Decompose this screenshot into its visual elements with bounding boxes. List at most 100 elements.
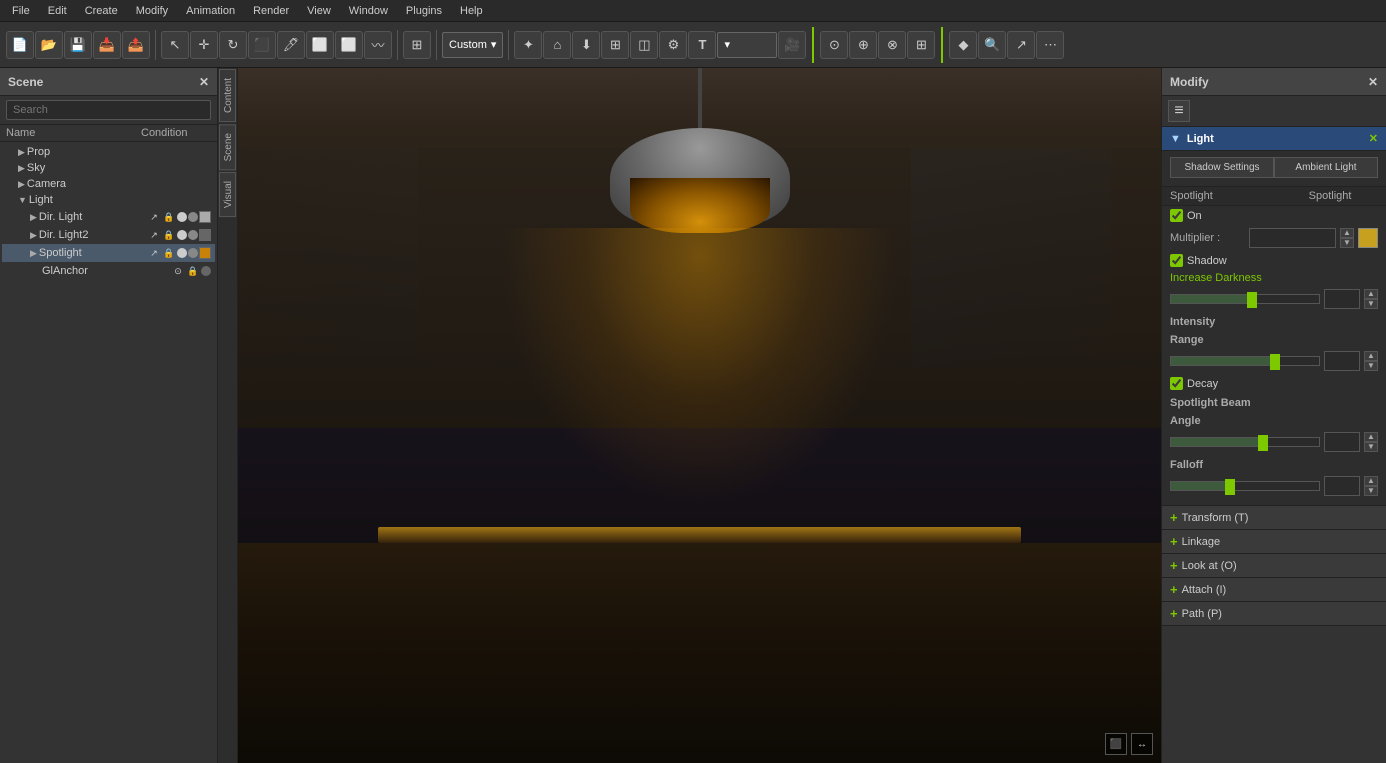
tree-item-prop[interactable]: ▶ Prop <box>2 144 215 160</box>
multiplier-input[interactable]: 1.45 <box>1249 228 1336 248</box>
menu-help[interactable]: Help <box>452 3 491 19</box>
angle-slider-thumb[interactable] <box>1258 435 1268 451</box>
lookat-section[interactable]: + Look at (O) <box>1162 554 1386 578</box>
scene-tab[interactable]: Scene <box>219 124 236 170</box>
tree-item-light[interactable]: ▼ Light <box>2 192 215 208</box>
linkage-section[interactable]: + Linkage <box>1162 530 1386 554</box>
rotate-btn[interactable]: ↻ <box>219 31 247 59</box>
tool-share[interactable]: ↗ <box>1007 31 1035 59</box>
range-up[interactable]: ▲ <box>1364 351 1378 361</box>
t-btn[interactable]: T <box>688 31 716 59</box>
tree-item-dirlight[interactable]: ▶ Dir. Light ↗ 🔒 <box>2 208 215 226</box>
tool-extra[interactable]: ⋯ <box>1036 31 1064 59</box>
multiplier-down[interactable]: ▼ <box>1340 238 1354 248</box>
grid-btn[interactable]: ⊞ <box>601 31 629 59</box>
anim3-btn[interactable]: ⊗ <box>878 31 906 59</box>
menu-file[interactable]: File <box>4 3 38 19</box>
tool7-btn[interactable]: ⬜ <box>335 31 363 59</box>
vp-arrows-btn[interactable]: ↔ <box>1131 733 1153 755</box>
scene-close[interactable]: ✕ <box>199 75 209 89</box>
increase-darkness-link[interactable]: Increase Darkness <box>1162 270 1386 286</box>
menu-view[interactable]: View <box>299 3 339 19</box>
darkness-down[interactable]: ▼ <box>1364 299 1378 309</box>
prop-label: Prop <box>27 146 211 158</box>
falloff-up[interactable]: ▲ <box>1364 476 1378 486</box>
camera-btn[interactable]: 🎥 <box>778 31 806 59</box>
light-section-x[interactable]: ✕ <box>1369 132 1378 145</box>
darkness-slider-container[interactable] <box>1170 294 1320 304</box>
range-slider-container[interactable] <box>1170 356 1320 366</box>
tree-item-sky[interactable]: ▶ Sky <box>2 160 215 176</box>
camera-label: Camera <box>27 178 211 190</box>
color-swatch[interactable] <box>1358 228 1378 248</box>
menu-plugins[interactable]: Plugins <box>398 3 450 19</box>
angle-slider-container[interactable] <box>1170 437 1320 447</box>
falloff-down[interactable]: ▼ <box>1364 486 1378 496</box>
anim2-btn[interactable]: ⊕ <box>849 31 877 59</box>
falloff-slider-container[interactable] <box>1170 481 1320 491</box>
tree-item-spotlight[interactable]: ▶ Spotlight ↗ 🔒 <box>2 244 215 262</box>
vp-icon-btn[interactable]: ⬛ <box>1105 733 1127 755</box>
mode-dropdown[interactable]: ▾ <box>717 32 777 58</box>
shadow-settings-tab[interactable]: Shadow Settings <box>1170 157 1274 178</box>
save-btn[interactable]: 💾 <box>64 31 92 59</box>
open-btn[interactable]: 📂 <box>35 31 63 59</box>
angle-value[interactable]: 94 <box>1324 432 1360 452</box>
menu-animation[interactable]: Animation <box>178 3 243 19</box>
tree-item-camera[interactable]: ▶ Camera <box>2 176 215 192</box>
menu-modify[interactable]: Modify <box>128 3 176 19</box>
multiplier-row: Multiplier : 1.45 ▲ ▼ <box>1162 225 1386 251</box>
filter-icon-btn[interactable]: ≡ <box>1168 100 1190 122</box>
home-btn[interactable]: ⌂ <box>543 31 571 59</box>
range-slider-thumb[interactable] <box>1270 354 1280 370</box>
angle-down[interactable]: ▼ <box>1364 442 1378 452</box>
ambient-light-tab[interactable]: Ambient Light <box>1274 157 1378 178</box>
tree-item-dirlight2[interactable]: ▶ Dir. Light2 ↗ 🔒 <box>2 226 215 244</box>
new-btn[interactable]: 📄 <box>6 31 34 59</box>
tree-item-glanchor[interactable]: GlAnchor ⊙ 🔒 <box>2 262 215 280</box>
import-btn[interactable]: 📥 <box>93 31 121 59</box>
tool-diamond[interactable]: ◆ <box>949 31 977 59</box>
content-tab[interactable]: Content <box>219 69 236 122</box>
range-slider-row: 3000 ▲ ▼ <box>1162 348 1386 374</box>
move-btn[interactable]: ✛ <box>190 31 218 59</box>
tool5-btn[interactable]: 🖊 <box>277 31 305 59</box>
view2-btn[interactable]: ⚙ <box>659 31 687 59</box>
tool-zoom[interactable]: 🔍 <box>978 31 1006 59</box>
anim1-btn[interactable]: ⊙ <box>820 31 848 59</box>
range-down[interactable]: ▼ <box>1364 361 1378 371</box>
darkness-value[interactable]: 40 <box>1324 289 1360 309</box>
path-section[interactable]: + Path (P) <box>1162 602 1386 626</box>
snap-btn[interactable]: ⊞ <box>403 31 431 59</box>
tool8-btn[interactable]: 〰 <box>364 31 392 59</box>
angle-up[interactable]: ▲ <box>1364 432 1378 442</box>
falloff-value[interactable]: 30 <box>1324 476 1360 496</box>
shadow-checkbox[interactable] <box>1170 254 1183 267</box>
modify-close[interactable]: ✕ <box>1368 75 1378 89</box>
multiplier-up[interactable]: ▲ <box>1340 228 1354 238</box>
dl-btn[interactable]: ⬇ <box>572 31 600 59</box>
menu-window[interactable]: Window <box>341 3 396 19</box>
search-input[interactable] <box>6 100 211 120</box>
transform-section[interactable]: + Transform (T) <box>1162 506 1386 530</box>
scale-btn[interactable]: ⬛ <box>248 31 276 59</box>
darkness-up[interactable]: ▲ <box>1364 289 1378 299</box>
decay-checkbox[interactable] <box>1170 377 1183 390</box>
anim4-btn[interactable]: ⊞ <box>907 31 935 59</box>
menu-create[interactable]: Create <box>77 3 126 19</box>
custom-dropdown[interactable]: Custom ▾ <box>442 32 503 58</box>
sun-btn[interactable]: ✦ <box>514 31 542 59</box>
light-cone <box>500 228 900 508</box>
darkness-slider-thumb[interactable] <box>1247 292 1257 308</box>
tool6-btn[interactable]: ⬜ <box>306 31 334 59</box>
on-checkbox[interactable] <box>1170 209 1183 222</box>
export-btn[interactable]: 📤 <box>122 31 150 59</box>
falloff-slider-thumb[interactable] <box>1225 479 1235 495</box>
menu-render[interactable]: Render <box>245 3 297 19</box>
range-value[interactable]: 3000 <box>1324 351 1360 371</box>
visual-tab[interactable]: Visual <box>219 172 236 217</box>
select-btn[interactable]: ↖ <box>161 31 189 59</box>
view-btn[interactable]: ◫ <box>630 31 658 59</box>
attach-section[interactable]: + Attach (I) <box>1162 578 1386 602</box>
menu-edit[interactable]: Edit <box>40 3 75 19</box>
